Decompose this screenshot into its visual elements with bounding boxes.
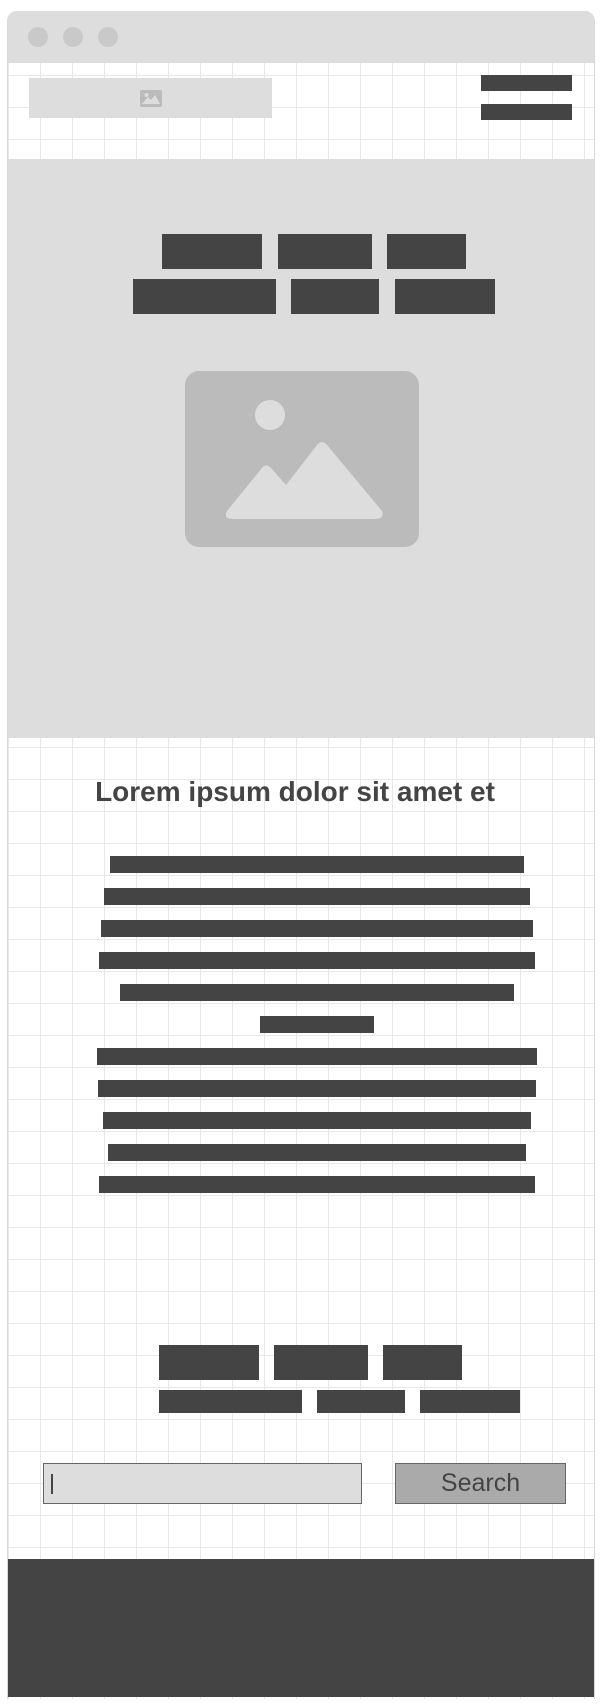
- hero-nav-button[interactable]: [395, 279, 495, 314]
- image-placeholder-icon: [139, 89, 162, 107]
- text-line-placeholder: [103, 1112, 531, 1129]
- hamburger-line: [481, 75, 572, 91]
- text-cursor: [51, 1474, 53, 1494]
- page-footer: [8, 1559, 594, 1697]
- hamburger-line: [481, 104, 572, 120]
- minimize-window-button[interactable]: [63, 27, 83, 47]
- hero-nav-button[interactable]: [278, 234, 372, 269]
- hero-section: [8, 159, 594, 738]
- lower-link-placeholder[interactable]: [420, 1390, 520, 1413]
- close-window-button[interactable]: [28, 27, 48, 47]
- hero-nav-button[interactable]: [162, 234, 262, 269]
- lower-nav-button[interactable]: [274, 1345, 368, 1380]
- text-line-placeholder: [108, 1144, 526, 1161]
- text-line-placeholder: [99, 952, 535, 969]
- lower-link-placeholder[interactable]: [317, 1390, 405, 1413]
- search-button[interactable]: Search: [395, 1463, 566, 1504]
- text-line-placeholder: [120, 984, 514, 1001]
- search-input[interactable]: [43, 1463, 362, 1504]
- browser-window: Lorem ipsum dolor sit amet et Search: [7, 11, 595, 1699]
- site-logo[interactable]: [29, 78, 272, 118]
- hero-nav-button[interactable]: [387, 234, 466, 269]
- maximize-window-button[interactable]: [98, 27, 118, 47]
- hero-image: [185, 371, 419, 547]
- text-line-placeholder: [98, 1080, 536, 1097]
- text-line-placeholder: [260, 1016, 374, 1033]
- window-titlebar: [8, 11, 594, 63]
- landscape-image-icon: [225, 400, 383, 519]
- text-line-placeholder: [104, 888, 530, 905]
- text-line-placeholder: [99, 1176, 535, 1193]
- page-title: Lorem ipsum dolor sit amet et: [95, 776, 495, 807]
- site-header: [8, 63, 594, 159]
- lower-link-placeholder[interactable]: [159, 1390, 302, 1413]
- hero-nav-button[interactable]: [133, 279, 276, 314]
- text-line-placeholder: [97, 1048, 537, 1065]
- text-line-placeholder: [110, 856, 524, 873]
- lower-nav-button[interactable]: [159, 1345, 259, 1380]
- lower-nav-button[interactable]: [383, 1345, 462, 1380]
- hero-nav-button[interactable]: [291, 279, 379, 314]
- text-line-placeholder: [101, 920, 533, 937]
- page: Lorem ipsum dolor sit amet et Search: [0, 0, 600, 1704]
